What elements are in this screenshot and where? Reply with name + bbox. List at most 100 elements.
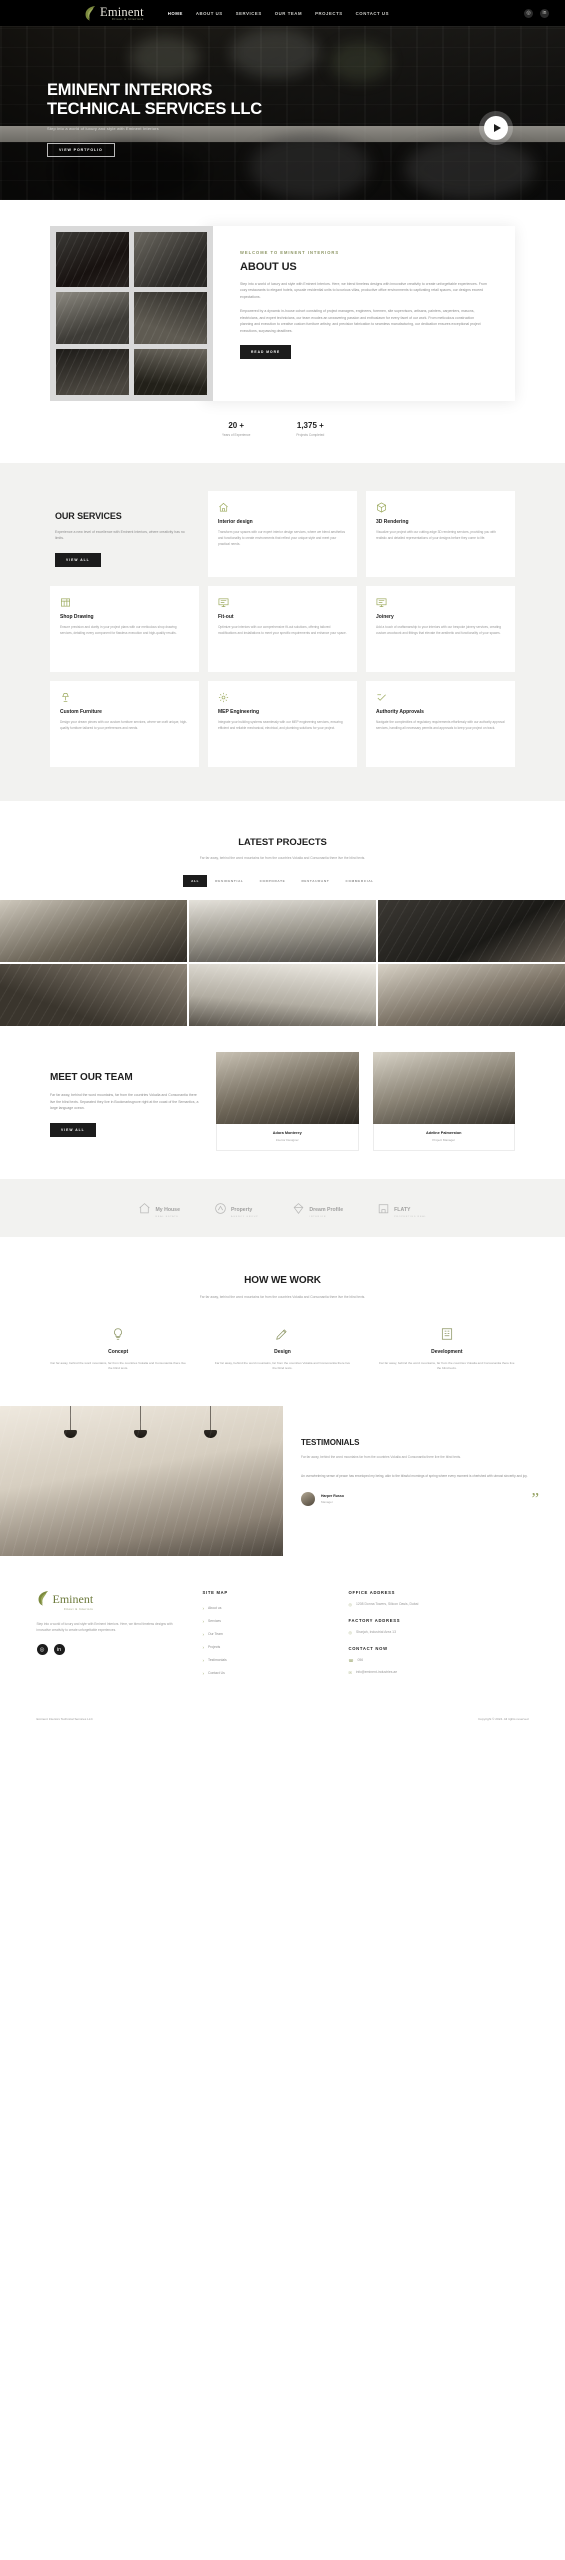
leaf-logo-icon — [37, 1590, 50, 1611]
brand-logo-property: Property AGENCY GROUP — [214, 1198, 258, 1218]
footer-contact-now: CONTACT NOW ☎ 056 ✉ info@eminent-industr… — [349, 1646, 529, 1675]
service-card-shop-drawing[interactable]: Shop Drawing Ensure precision and clarit… — [50, 586, 199, 672]
stat-label: Projects Completed — [296, 433, 325, 437]
service-card-interior-design[interactable]: Interior design Transform your spaces wi… — [208, 491, 357, 577]
footer-sitemap-column: SITE MAP About us Services Our Team Proj… — [203, 1590, 323, 1686]
play-video-button[interactable] — [484, 116, 508, 140]
team-member-card[interactable]: Adora Monterey Interior Designer — [216, 1052, 359, 1152]
service-card-authority-approvals[interactable]: Authority Approvals Navigate the complex… — [366, 681, 515, 767]
cube-3d-icon — [376, 502, 387, 513]
tab-restaurant[interactable]: RESTAURANT — [293, 875, 337, 887]
service-title: Custom Furniture — [60, 709, 102, 715]
service-desc: Visualize your project with our cutting-… — [376, 530, 496, 540]
testimonials-title: TESTIMONIALS — [301, 1437, 360, 1447]
service-title: MEP Engineering — [218, 709, 260, 715]
footer-sitemap-links: About us Services Our Team Projects Test… — [203, 1606, 323, 1676]
footer-link-testimonials[interactable]: Testimonials — [203, 1658, 323, 1663]
footer-company-name: Eminent Interiors Technical Services LLC — [36, 1716, 93, 1721]
team-title: MEET OUR TEAM — [50, 1072, 133, 1084]
project-thumbnail[interactable] — [378, 964, 565, 1027]
stat-years-experience: 20 + Years of Experience — [222, 421, 250, 437]
footer-logo[interactable]: Eminent Fitout & Interiors — [37, 1590, 177, 1611]
footer-link-contact-us[interactable]: Contact Us — [203, 1671, 323, 1676]
nav-item-our-team[interactable]: OUR TEAM — [275, 11, 302, 16]
team-member-name: Adeline Palmerston — [426, 1131, 462, 1136]
service-card-3d-rendering[interactable]: 3D Rendering Visualize your project with… — [366, 491, 515, 577]
brand-tagline: INTERIOR — [309, 1215, 327, 1218]
footer-phone[interactable]: 056 — [357, 1658, 363, 1662]
linkedin-icon[interactable]: in — [540, 8, 549, 18]
leaf-logo-icon — [84, 5, 97, 21]
footer-office-address: OFFICE ADDRESS ◎ 1208 Donna Towers, Sili… — [349, 1590, 529, 1607]
how-we-work-section: HOW WE WORK Far far away, behind the wor… — [0, 1237, 565, 1406]
footer-factory-address: FACTORY ADDRESS ◎ Sharjah, Industrial Ar… — [349, 1618, 529, 1635]
footer-contact-title: CONTACT NOW — [348, 1645, 388, 1651]
envelope-icon: ✉ — [348, 1669, 352, 1675]
about-stats: 20 + Years of Experience 1,375 + Project… — [50, 421, 515, 437]
projects-filter-tabs: ALL RESIDENTIAL CORPORATE RESTAURANT COM… — [0, 875, 565, 888]
service-desc: Transform your spaces with our expert in… — [218, 530, 346, 546]
project-thumbnail[interactable] — [189, 964, 376, 1027]
project-thumbnail[interactable] — [0, 900, 187, 963]
service-card-custom-furniture[interactable]: Custom Furniture Design your dream piece… — [50, 681, 199, 767]
circle-outline-icon — [214, 1202, 227, 1215]
nav-item-contact-us[interactable]: CONTACT US — [356, 11, 389, 16]
service-title: Joinery — [376, 614, 394, 620]
brand-tagline: PROPERTIES REAL — [394, 1215, 427, 1218]
stat-label: Years of Experience — [222, 433, 251, 437]
nav-item-services[interactable]: SERVICES — [236, 11, 262, 16]
step-desc: Far far away, behind the word mountains,… — [50, 1360, 186, 1371]
services-view-all-button[interactable]: VIEW ALL — [55, 552, 101, 567]
footer-factory-title: FACTORY ADDRESS — [348, 1617, 401, 1623]
hero-chair-3 — [405, 138, 535, 200]
site-logo[interactable]: Eminent Fitout & Interiors — [84, 5, 144, 21]
idea-icon — [111, 1327, 125, 1341]
tab-commercial[interactable]: COMMERCIAL — [338, 875, 382, 887]
footer-link-our-team[interactable]: Our Team — [203, 1632, 323, 1637]
project-thumbnail[interactable] — [189, 900, 376, 963]
about-image-4 — [134, 292, 207, 344]
footer-office-value: 1208 Donna Towers, Silicon Oasis, Dubai — [356, 1602, 419, 1607]
stat-value: 20 + — [228, 421, 245, 430]
team-section: MEET OUR TEAM Far far away, behind the w… — [0, 1026, 565, 1180]
service-card-joinery[interactable]: Joinery Add a touch of craftsmanship to … — [366, 586, 515, 672]
team-view-all-button[interactable]: VIEW ALL — [50, 1122, 96, 1137]
services-subtitle: Experience a new level of excellence wit… — [55, 530, 185, 541]
instagram-icon[interactable]: ◎ — [36, 1644, 48, 1656]
project-thumbnail[interactable] — [0, 964, 187, 1027]
tab-residential[interactable]: RESIDENTIAL — [207, 875, 251, 887]
view-portfolio-button[interactable]: VIEW PORTFOLIO — [47, 142, 115, 157]
footer-link-about-us[interactable]: About us — [203, 1606, 323, 1611]
about-eyebrow: WELCOME TO EMINENT INTERIORS — [240, 250, 340, 255]
step-title: Design — [274, 1348, 291, 1355]
brand-name: Property — [230, 1207, 253, 1214]
footer-office-title: OFFICE ADDRESS — [348, 1589, 396, 1595]
projects-subtitle: Far far away, behind the word mountains … — [199, 856, 366, 860]
service-title: Authority Approvals — [376, 709, 424, 715]
footer-link-services[interactable]: Services — [203, 1619, 323, 1624]
services-title: OUR SERVICES — [55, 511, 122, 521]
logo-text: Eminent Fitout & Interiors — [100, 6, 144, 21]
nav-item-home[interactable]: HOME — [168, 11, 183, 16]
team-intro: MEET OUR TEAM Far far away, behind the w… — [50, 1052, 200, 1151]
nav-item-projects[interactable]: PROJECTS — [315, 11, 343, 16]
gear-icon — [218, 692, 229, 703]
testimonials-section: TESTIMONIALS Far far away, behind the wo… — [0, 1405, 565, 1556]
instagram-icon[interactable]: ◎ — [524, 8, 533, 18]
team-member-card[interactable]: Adeline Palmerston Project Manager — [372, 1052, 515, 1152]
linkedin-icon[interactable]: in — [53, 1644, 65, 1656]
footer-link-projects[interactable]: Projects — [203, 1645, 323, 1650]
house-outline-icon — [138, 1202, 151, 1215]
tab-corporate[interactable]: CORPORATE — [252, 875, 294, 887]
tab-all[interactable]: ALL — [183, 875, 208, 888]
footer-email[interactable]: info@eminent-industries.ae — [356, 1670, 397, 1674]
service-card-mep-engineering[interactable]: MEP Engineering Integrate your building … — [208, 681, 357, 767]
nav-item-about-us[interactable]: ABOUT US — [196, 11, 223, 16]
hero-subtitle: Step into a world of luxury and style wi… — [47, 125, 159, 131]
testimonial-content: TESTIMONIALS Far far away, behind the wo… — [283, 1406, 565, 1556]
read-more-button[interactable]: READ MORE — [240, 345, 292, 360]
hero-decor-2 — [230, 28, 320, 78]
project-thumbnail[interactable] — [378, 900, 565, 963]
service-card-fit-out[interactable]: Fit-out Optimize your interiors with our… — [208, 586, 357, 672]
brand-name: My House — [155, 1207, 180, 1214]
